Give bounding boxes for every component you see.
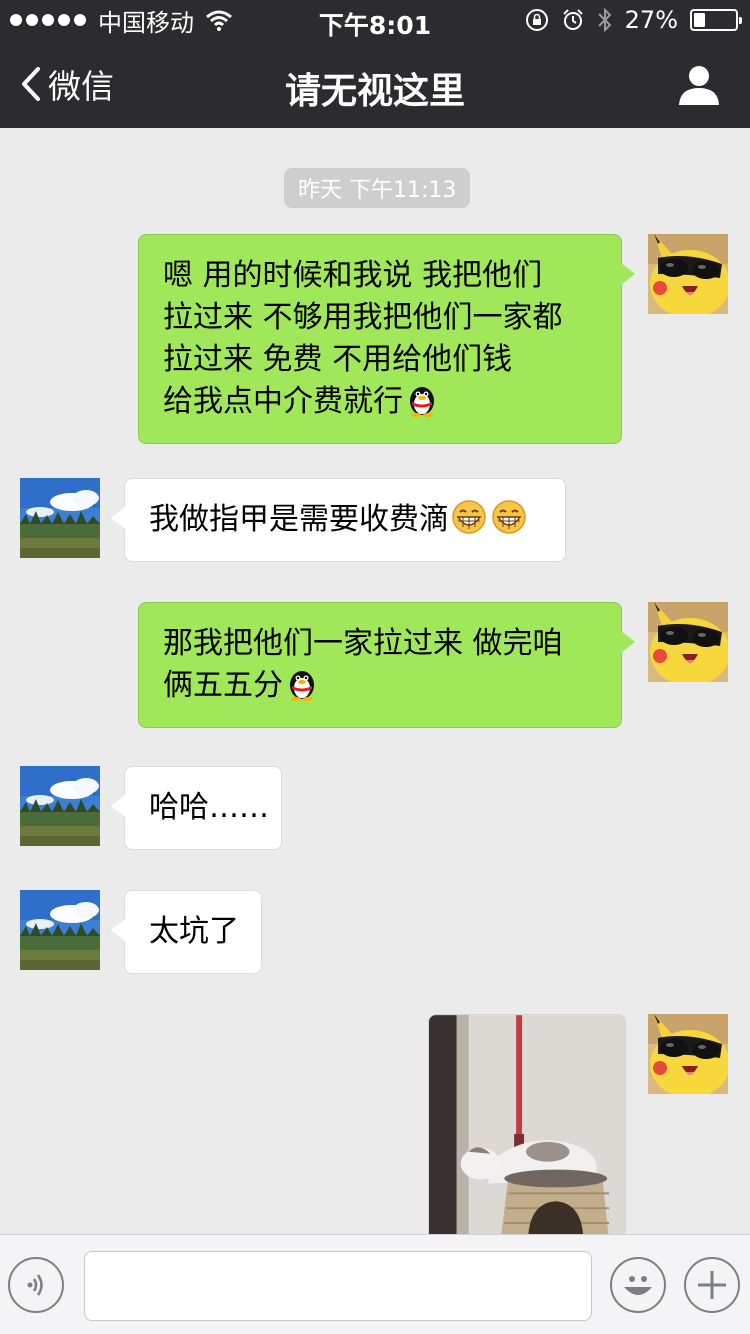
message-text-line: 哈哈……	[149, 790, 269, 825]
input-bar	[0, 1234, 750, 1334]
status-bar: 中国移动 下午8:01 27%	[0, 0, 750, 40]
message-input[interactable]	[84, 1251, 592, 1321]
my-avatar[interactable]	[648, 1014, 728, 1094]
header: 中国移动 下午8:01 27% 微信 请无视这里	[0, 0, 750, 128]
person-icon	[679, 66, 719, 105]
contact-avatar[interactable]	[20, 890, 100, 970]
message-text-line: 俩五五分	[163, 668, 283, 703]
voice-icon	[27, 1274, 43, 1296]
nav-bar: 微信 请无视这里	[0, 40, 750, 128]
message-text-line: 拉过来 不够用我把他们一家都	[163, 300, 563, 335]
contact-avatar[interactable]	[20, 766, 100, 846]
alarm-icon	[562, 9, 583, 30]
orientation-lock-icon	[525, 9, 548, 31]
message-bubble-received[interactable]: 我做指甲是需要收费滴	[111, 478, 566, 562]
smiley-icon	[624, 1276, 652, 1295]
more-button[interactable]	[684, 1257, 740, 1313]
image-message[interactable]	[428, 1014, 626, 1234]
penguin-emoji-icon	[410, 387, 434, 417]
message-text-line: 拉过来 免费 不用给他们钱	[163, 342, 513, 377]
plus-icon	[698, 1271, 726, 1299]
message-text-line: 我做指甲是需要收费滴	[149, 502, 449, 537]
message-text-line: 那我把他们一家拉过来 做完咱	[163, 626, 563, 661]
battery-percent: 27%	[624, 6, 678, 34]
voice-button[interactable]	[8, 1257, 64, 1313]
contact-avatar[interactable]	[20, 478, 100, 558]
bluetooth-icon	[597, 7, 612, 33]
my-avatar[interactable]	[648, 602, 728, 682]
emoji-button[interactable]	[610, 1257, 666, 1313]
message-bubble-sent[interactable]: 那我把他们一家拉过来 做完咱 俩五五分	[138, 602, 635, 728]
my-avatar[interactable]	[648, 234, 728, 314]
grin-emoji-icon	[452, 500, 486, 534]
chat-title: 请无视这里	[284, 71, 465, 112]
message-bubble-received[interactable]: 哈哈……	[111, 766, 282, 850]
battery-icon	[690, 9, 742, 31]
message-timestamp: 昨天 下午11:13	[284, 168, 471, 208]
message-list[interactable]: 昨天 下午11:13 嗯 用的时候和我说 我把他们 拉过来 不够用我把他们一家都…	[0, 128, 750, 1234]
battery-fill	[694, 13, 705, 27]
message-text-line: 太坑了	[149, 914, 239, 949]
message-bubble-sent[interactable]: 嗯 用的时候和我说 我把他们 拉过来 不够用我把他们一家都 拉过来 免费 不用给…	[138, 234, 635, 444]
message-text-line: 给我点中介费就行	[163, 384, 403, 419]
penguin-emoji-icon	[290, 671, 314, 701]
message-text-line: 嗯 用的时候和我说 我把他们	[163, 258, 543, 293]
chat-info-button[interactable]	[678, 64, 720, 106]
grin-emoji-icon	[492, 500, 526, 534]
message-bubble-received[interactable]: 太坑了	[111, 890, 262, 974]
